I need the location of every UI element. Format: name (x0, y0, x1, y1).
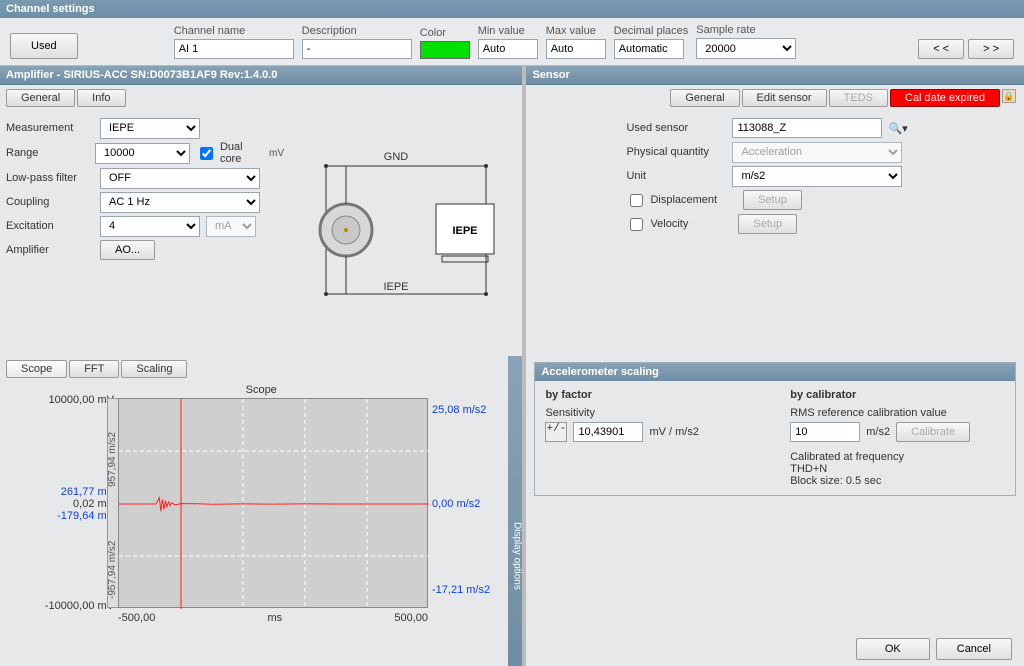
rms-unit: m/s2 (866, 426, 890, 438)
top-toolbar: Used Channel name Description Color Min … (0, 18, 1024, 66)
color-label: Color (420, 27, 470, 39)
velocity-check[interactable]: Velocity (626, 215, 688, 234)
sensitivity-label: Sensitivity (545, 407, 760, 419)
amplifier-header: Amplifier - SIRIUS-ACC SN:D0073B1AF9 Rev… (0, 66, 522, 85)
range-label: Range (6, 147, 89, 159)
rms-label: RMS reference calibration value (790, 407, 1005, 419)
measurement-label: Measurement (6, 122, 94, 134)
acc-scaling-header: Accelerometer scaling (535, 363, 1015, 381)
amplifier-ao-button[interactable]: AO... (100, 240, 155, 260)
sensitivity-input[interactable] (573, 422, 643, 442)
max-input[interactable] (546, 39, 606, 59)
amplifier-schematic: GND IEPE IEPE (290, 111, 522, 356)
excitation-label: Excitation (6, 220, 94, 232)
y-live-bot: -179,64 mV (16, 510, 114, 522)
y-top-mv: 10000,00 mV (16, 394, 114, 406)
ok-button[interactable]: OK (856, 638, 930, 660)
description-input[interactable] (302, 39, 412, 59)
display-options-handle[interactable]: Display options (508, 356, 522, 666)
tab-sensor-cal-expired[interactable]: Cal date expired (890, 89, 1000, 107)
iepe-box-label: IEPE (453, 225, 478, 237)
lpf-label: Low-pass filter (6, 172, 94, 184)
sign-toggle-button[interactable]: +/- (545, 422, 567, 442)
prev-button[interactable]: < < (918, 39, 964, 59)
tab-sensor-general[interactable]: General (670, 89, 739, 107)
gnd-label: GND (384, 151, 409, 163)
decimal-label: Decimal places (614, 25, 689, 37)
used-sensor-input[interactable] (732, 118, 882, 138)
y-mid-ms2: 0,00 m/s2 (432, 498, 480, 510)
min-label: Min value (478, 25, 538, 37)
excitation-unit-select: mA (206, 216, 256, 237)
used-button[interactable]: Used (10, 33, 78, 59)
sample-label: Sample rate (696, 24, 796, 36)
measurement-select[interactable]: IEPE (100, 118, 200, 139)
y-live-top: 261,77 mV (16, 486, 114, 498)
bycal-heading: by calibrator (790, 389, 1005, 401)
max-label: Max value (546, 25, 606, 37)
lpf-select[interactable]: OFF (100, 168, 260, 189)
excitation-select[interactable]: 4 (100, 216, 200, 237)
lock-icon[interactable]: 🔒 (1002, 89, 1016, 103)
sensor-header: Sensor (526, 66, 1024, 85)
tab-sensor-edit[interactable]: Edit sensor (742, 89, 827, 107)
tab-scope[interactable]: Scope (6, 360, 67, 378)
dualcore-check[interactable]: Dual core (196, 141, 263, 165)
y-bot-ms2: -17,21 m/s2 (432, 584, 490, 596)
sensitivity-unit: mV / m/s2 (649, 426, 699, 438)
y-mid-mv: 0,02 mV (16, 498, 114, 510)
search-icon[interactable]: 🔍▾ (888, 122, 907, 135)
color-swatch[interactable] (420, 41, 470, 59)
x-max: 500,00 (394, 612, 428, 624)
pq-select: Acceleration (732, 142, 902, 163)
thdn-label: THD+N (790, 463, 1005, 475)
min-input[interactable] (478, 39, 538, 59)
calibrate-button: Calibrate (896, 422, 970, 442)
tab-amp-info[interactable]: Info (77, 89, 125, 107)
description-label: Description (302, 25, 412, 37)
tab-scaling[interactable]: Scaling (121, 360, 187, 378)
calfreq-label: Calibrated at frequency (790, 451, 1005, 463)
coupling-label: Coupling (6, 196, 94, 208)
disp-setup-button: Setup (743, 190, 802, 210)
range-select[interactable]: 10000 (95, 143, 190, 164)
coupling-select[interactable]: AC 1 Hz (100, 192, 260, 213)
byfactor-heading: by factor (545, 389, 760, 401)
vel-setup-button: Setup (738, 214, 797, 234)
cancel-button[interactable]: Cancel (936, 638, 1012, 660)
channel-name-label: Channel name (174, 25, 294, 37)
tab-fft[interactable]: FFT (69, 360, 119, 378)
rms-input[interactable] (790, 422, 860, 442)
window-title: Channel settings (0, 0, 1024, 18)
iepe-wire-label: IEPE (384, 281, 409, 293)
sample-rate-select[interactable]: 20000 (696, 38, 796, 59)
decimal-input[interactable] (614, 39, 684, 59)
scope-chart: Scope 10000,00 mV 261,77 mV 0,02 mV -179… (8, 384, 514, 629)
displacement-check[interactable]: Displacement (626, 191, 717, 210)
y-top-ms2: 25,08 m/s2 (432, 404, 486, 416)
used-sensor-label: Used sensor (626, 122, 726, 134)
x-min: -500,00 (118, 612, 155, 624)
blocksize-label: Block size: 0.5 sec (790, 475, 1005, 487)
tab-amp-general[interactable]: General (6, 89, 75, 107)
unit-select[interactable]: m/s2 (732, 166, 902, 187)
range-unit: mV (269, 148, 284, 159)
x-unit: ms (267, 612, 282, 624)
channel-name-input[interactable] (174, 39, 294, 59)
tab-sensor-teds[interactable]: TEDS (829, 89, 888, 107)
next-button[interactable]: > > (968, 39, 1014, 59)
unit-label: Unit (626, 170, 726, 182)
y-bot-mv: -10000,00 mV (16, 600, 114, 612)
pq-label: Physical quantity (626, 146, 726, 158)
amplifier-label: Amplifier (6, 244, 94, 256)
